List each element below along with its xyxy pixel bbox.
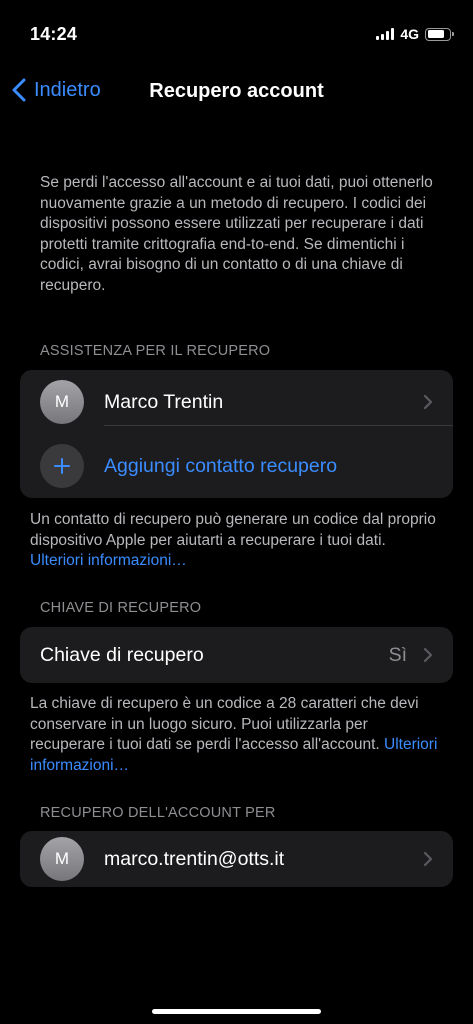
home-indicator[interactable] [152,1009,321,1014]
cellular-signal-icon [376,28,395,40]
battery-icon [425,27,454,41]
plus-icon [54,458,70,474]
assistance-footnote: Un contatto di recupero può generare un … [30,510,440,572]
chevron-right-icon [423,647,433,663]
add-circle-icon [40,444,84,488]
divider [104,425,453,426]
section-header-recovery-key: CHIAVE DI RECUPERO [40,600,202,616]
recovery-key-row[interactable]: Chiave di recupero Sì [20,627,453,683]
status-bar: 14:24 4G [0,0,473,60]
account-recovery-for-row[interactable]: M marco.trentin@otts.it [20,831,453,887]
avatar: M [40,837,84,881]
page-title: Recupero account [149,80,324,102]
section-header-account-recovery-for: RECUPERO DELL'ACCOUNT PER [40,805,276,821]
assistance-group: M Marco Trentin Aggiungi contatto recupe… [20,370,453,498]
recovery-key-group: Chiave di recupero Sì [20,627,453,683]
contact-name: Marco Trentin [104,390,224,413]
status-indicators: 4G [376,26,454,42]
section-header-assistance: ASSISTENZA PER IL RECUPERO [40,343,271,359]
assistance-footnote-text: Un contatto di recupero può generare un … [30,511,436,549]
add-recovery-contact-label: Aggiungi contatto recupero [104,454,338,477]
recovery-key-footnote: La chiave di recupero è un codice a 28 c… [30,694,440,776]
status-time: 14:24 [30,24,78,44]
learn-more-link-assistance[interactable]: Ulteriori informazioni… [30,552,187,569]
account-recovery-for-group: M marco.trentin@otts.it [20,831,453,887]
recovery-key-value: Sì [388,643,407,666]
add-recovery-contact-row[interactable]: Aggiungi contatto recupero [20,434,453,498]
battery-fill [427,30,445,38]
account-email: marco.trentin@otts.it [104,847,285,870]
avatar: M [40,380,84,424]
chevron-right-icon [423,851,433,867]
recovery-key-footnote-text: La chiave di recupero è un codice a 28 c… [30,695,419,753]
network-type: 4G [400,26,419,42]
navigation-bar: Indietro Recupero account [0,72,473,112]
intro-description: Se perdi l'accesso all'account e ai tuoi… [40,174,433,294]
recovery-key-label: Chiave di recupero [40,643,204,666]
chevron-right-icon [423,394,433,410]
